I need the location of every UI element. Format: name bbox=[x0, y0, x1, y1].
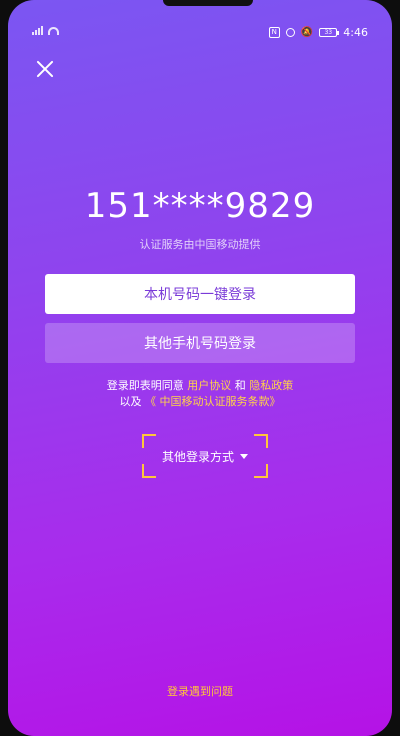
mute-icon: 🔕 bbox=[300, 26, 314, 38]
other-login-methods-button[interactable]: 其他登录方式 bbox=[142, 434, 268, 478]
close-icon[interactable] bbox=[32, 56, 60, 84]
one-click-login-button[interactable]: 本机号码一键登录 bbox=[45, 274, 355, 314]
user-agreement-link[interactable]: 用户协议 bbox=[187, 379, 231, 392]
nfc-icon: N bbox=[268, 27, 280, 38]
speaker-notch bbox=[163, 0, 253, 6]
agreement-line-2: 以及 《 中国移动认证服务条款》 bbox=[8, 394, 392, 410]
status-bar-right: N 🔕 33 4:46 bbox=[268, 26, 368, 39]
other-login-methods-label: 其他登录方式 bbox=[161, 449, 234, 464]
provider-note: 认证服务由中国移动提供 bbox=[139, 238, 261, 251]
cmcc-terms-link[interactable]: 《 中国移动认证服务条款》 bbox=[145, 395, 281, 408]
status-bar-left bbox=[32, 26, 59, 35]
other-phone-login-button[interactable]: 其他手机号码登录 bbox=[45, 323, 355, 363]
signal-icon bbox=[32, 26, 43, 35]
agreement-text: 登录即表明同意 用户协议 和 隐私政策 以及 《 中国移动认证服务条款》 bbox=[8, 378, 392, 410]
caret-down-icon bbox=[240, 453, 248, 459]
agreement-line2-prefix: 以及 bbox=[119, 395, 145, 408]
status-bar: N 🔕 33 4:46 bbox=[8, 24, 392, 42]
masked-phone-number: 151****9829 bbox=[84, 186, 316, 226]
agreement-line-1: 登录即表明同意 用户协议 和 隐私政策 bbox=[8, 378, 392, 394]
agreement-and: 和 bbox=[231, 379, 250, 392]
battery-icon: 33 bbox=[319, 28, 340, 37]
agreement-prefix: 登录即表明同意 bbox=[106, 379, 188, 392]
login-help-link[interactable]: 登录遇到问题 bbox=[8, 683, 392, 699]
other-login-methods-highlight: 其他登录方式 bbox=[142, 434, 268, 478]
privacy-policy-link[interactable]: 隐私政策 bbox=[249, 379, 293, 392]
alarm-icon bbox=[285, 28, 295, 37]
phone-screen: N 🔕 33 4:46 151****9829 认证服务由中国移动提供 本机号码… bbox=[8, 0, 392, 736]
status-time: 4:46 bbox=[343, 26, 368, 39]
wifi-icon bbox=[48, 26, 59, 35]
